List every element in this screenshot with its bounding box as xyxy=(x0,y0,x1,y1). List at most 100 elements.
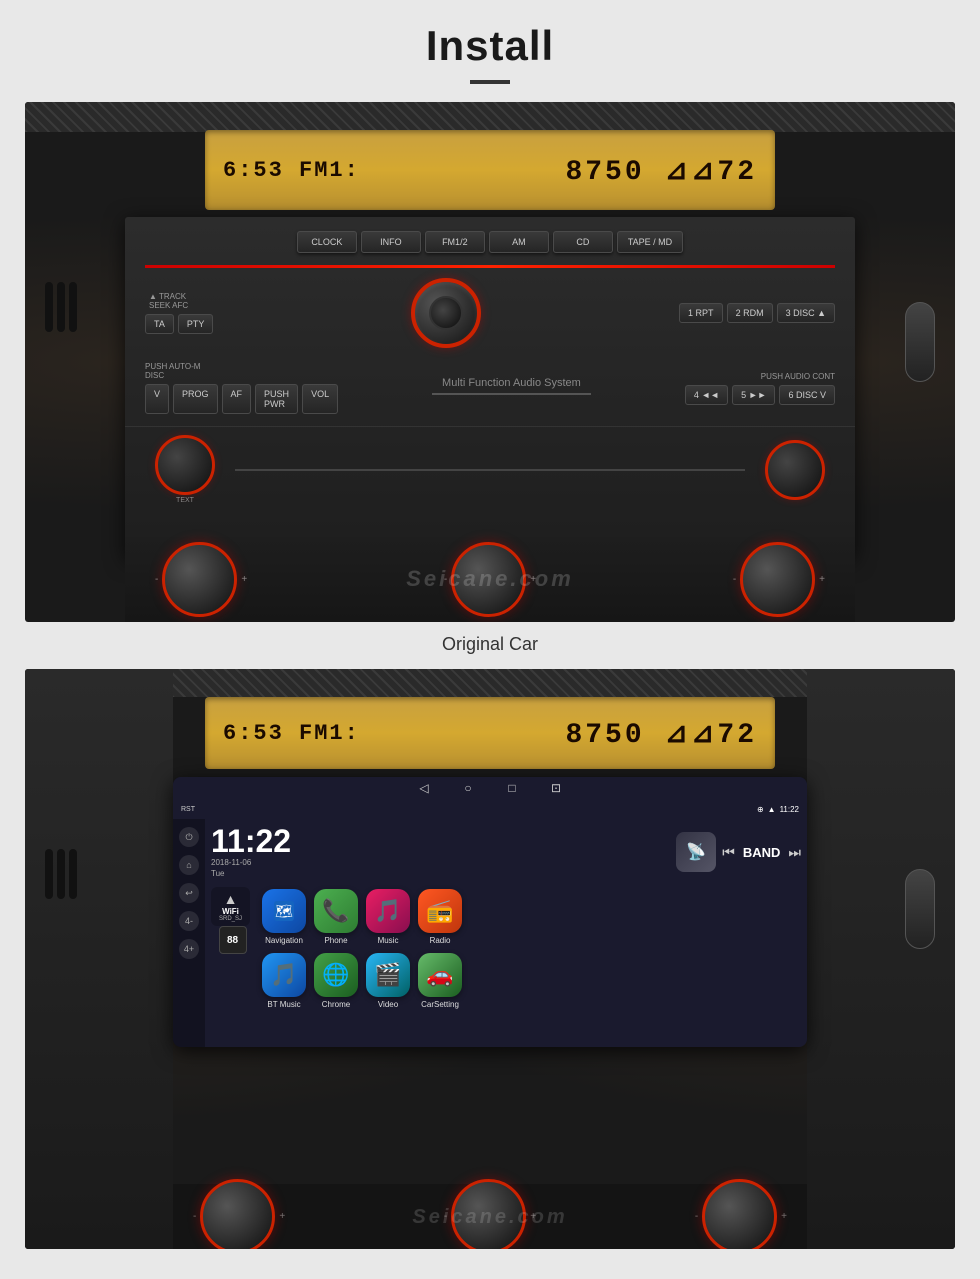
radio-btn-tape[interactable]: TAPE / MD xyxy=(617,231,683,253)
mf-text: Multi Function Audio System xyxy=(442,377,581,389)
original-car-photo: 6:53 FM1: 8750 ⊿⊿72 CLOCK INFO FM1/2 AM … xyxy=(25,102,955,622)
navigation-label: Navigation xyxy=(265,936,303,945)
car-display-screen-2: 6:53 FM1: 8750 ⊿⊿72 xyxy=(205,697,775,769)
android-sidebar: ⏻ ⌂ ↩ 4- 4+ xyxy=(173,819,205,1047)
app-video[interactable]: 🎬 Video xyxy=(366,953,410,1009)
android-head-unit: ◁ ○ □ ⊡ RST ⊕ ▲ 11:22 ⏻ xyxy=(173,777,807,1047)
carsetting-app-icon: 🚗 xyxy=(418,953,462,997)
radio-btn-vol[interactable]: VOL xyxy=(302,384,338,414)
right-large-knob[interactable] xyxy=(740,542,815,617)
btmusic-label: BT Music xyxy=(267,1000,300,1009)
carsetting-label: CarSetting xyxy=(421,1000,459,1009)
radio-btn-cd[interactable]: CD xyxy=(553,231,613,253)
left-large-knob[interactable] xyxy=(162,542,237,617)
radio-btn-am[interactable]: AM xyxy=(489,231,549,253)
android-apps-grid: 🗺 Navigation 📞 Phone xyxy=(260,887,464,1011)
red-accent-line xyxy=(145,265,835,268)
radio-btn-fm[interactable]: FM1/2 xyxy=(425,231,485,253)
radio-btn-pty[interactable]: PTY xyxy=(178,314,214,334)
display-left-text: 6:53 FM1: xyxy=(223,158,360,183)
watermark-bottom: Seicane.com xyxy=(412,1206,567,1229)
vent-slots-installed xyxy=(45,849,77,899)
tune-knob[interactable] xyxy=(155,435,215,495)
app-btmusic[interactable]: 🎵 BT Music xyxy=(262,953,306,1009)
gps-icon: ⊕ xyxy=(757,805,764,814)
installed-left-knob[interactable] xyxy=(200,1179,275,1249)
radio-btn-5ff[interactable]: 5 ►► xyxy=(732,385,775,405)
radio-btn-row-1: CLOCK INFO FM1/2 AM CD TAPE / MD xyxy=(125,217,855,261)
rst-indicator: RST xyxy=(181,806,195,813)
android-nav-bar: ◁ ○ □ ⊡ xyxy=(173,777,807,799)
watermark-top: Seicane.com xyxy=(406,566,574,592)
wifi-status-icon: ▲ xyxy=(768,805,776,814)
back-icon[interactable]: ◁ xyxy=(417,781,431,795)
photo-block-original: 6:53 FM1: 8750 ⊿⊿72 CLOCK INFO FM1/2 AM … xyxy=(25,102,955,669)
wifi-info: ▲ WiFi SRD_SJ xyxy=(211,887,250,926)
home-icon[interactable]: ○ xyxy=(461,781,475,795)
wifi-label: WiFi xyxy=(222,907,239,916)
radio-btn-row-2: ▲ TRACKSEEK AFC TA PTY 1 RPT 2 RDM 3 DIS… xyxy=(125,272,855,354)
svg-text:🗺: 🗺 xyxy=(275,903,293,919)
app-radio[interactable]: 📻 Radio xyxy=(418,889,462,945)
radio-btn-6disc[interactable]: 6 DISC V xyxy=(779,385,835,405)
radio-btn-clock[interactable]: CLOCK xyxy=(297,231,357,253)
android-date: 2018-11-06 Tue xyxy=(211,857,291,879)
wifi-signal-icon: ▲ xyxy=(224,891,238,907)
radio-btn-info[interactable]: INFO xyxy=(361,231,421,253)
badge-88: 88 xyxy=(219,926,247,954)
phone-label: Phone xyxy=(324,936,347,945)
right-car-panel xyxy=(807,669,955,1249)
android-layout: ⏻ ⌂ ↩ 4- 4+ 11:22 2018-11-06 Tue xyxy=(173,819,807,1047)
radio-btn-v[interactable]: V xyxy=(145,384,169,414)
app-carsetting[interactable]: 🚗 CarSetting xyxy=(418,953,462,1009)
status-right: ⊕ ▲ 11:22 xyxy=(757,805,799,814)
video-label: Video xyxy=(378,1000,398,1009)
installed-car-photo: 6:53 FM1: 8750 ⊿⊿72 ◁ ○ □ ⊡ xyxy=(25,669,955,1249)
sidebar-back-icon[interactable]: ↩ xyxy=(179,883,199,903)
app-navigation[interactable]: 🗺 Navigation xyxy=(262,889,306,945)
sidebar-vol-up[interactable]: 4+ xyxy=(179,939,199,959)
radio-btn-2rdm[interactable]: 2 RDM xyxy=(727,303,773,323)
android-top-section: 11:22 2018-11-06 Tue 📡 ⏮ BAND xyxy=(211,825,801,879)
display2-right-text: 8750 ⊿⊿72 xyxy=(565,716,757,751)
android-main-content: 11:22 2018-11-06 Tue 📡 ⏮ BAND xyxy=(205,819,807,1047)
radio-btn-4rw[interactable]: 4 ◄◄ xyxy=(685,385,728,405)
chrome-label: Chrome xyxy=(322,1000,350,1009)
radio-btn-push-pwr[interactable]: PUSHPWR xyxy=(255,384,298,414)
page-title: Install xyxy=(426,22,554,70)
installed-right-knob[interactable] xyxy=(702,1179,777,1249)
radio-app-icon: 📻 xyxy=(418,889,462,933)
display-right-text: 8750 ⊿⊿72 xyxy=(565,153,757,188)
radio-btn-3disc[interactable]: 3 DISC ▲ xyxy=(777,303,835,323)
radio-btn-af[interactable]: AF xyxy=(222,384,252,414)
right-side-button[interactable] xyxy=(905,302,935,382)
radio-btn-1rpt[interactable]: 1 RPT xyxy=(679,303,723,323)
band-prev[interactable]: ⏮ xyxy=(722,844,735,861)
screenshot-icon[interactable]: ⊡ xyxy=(549,781,563,795)
chrome-app-icon: 🌐 xyxy=(314,953,358,997)
audio-cont-knob[interactable] xyxy=(765,440,825,500)
band-next[interactable]: ⏭ xyxy=(788,844,801,861)
sidebar-home-icon[interactable]: ⌂ xyxy=(179,855,199,875)
radio-btn-ta[interactable]: TA xyxy=(145,314,174,334)
recents-icon[interactable]: □ xyxy=(505,781,519,795)
left-car-panel xyxy=(25,669,173,1249)
volume-knob[interactable] xyxy=(411,278,481,348)
vent-left xyxy=(45,282,77,332)
sidebar-vol-down[interactable]: 4- xyxy=(179,911,199,931)
carbon-fiber-top xyxy=(25,102,955,132)
wifi-ssid: SRD_SJ xyxy=(219,916,242,922)
radio-btn-prog[interactable]: PROG xyxy=(173,384,218,414)
radio-unit: CLOCK INFO FM1/2 AM CD TAPE / MD ▲ TRACK… xyxy=(125,217,855,557)
video-app-icon: 🎬 xyxy=(366,953,410,997)
app-phone[interactable]: 📞 Phone xyxy=(314,889,358,945)
sidebar-power-icon[interactable]: ⏻ xyxy=(179,827,199,847)
radio-antenna-icon[interactable]: 📡 xyxy=(676,832,716,872)
phone-app-icon: 📞 xyxy=(314,889,358,933)
navigation-app-icon: 🗺 xyxy=(262,889,306,933)
right-side-button-2[interactable] xyxy=(905,869,935,949)
band-label: BAND xyxy=(743,845,781,860)
app-chrome[interactable]: 🌐 Chrome xyxy=(314,953,358,1009)
radio-btn-row-3: PUSH AUTO-MDISC V PROG AF PUSHPWR VOL Mu… xyxy=(125,354,855,422)
app-music[interactable]: 🎵 Music xyxy=(366,889,410,945)
